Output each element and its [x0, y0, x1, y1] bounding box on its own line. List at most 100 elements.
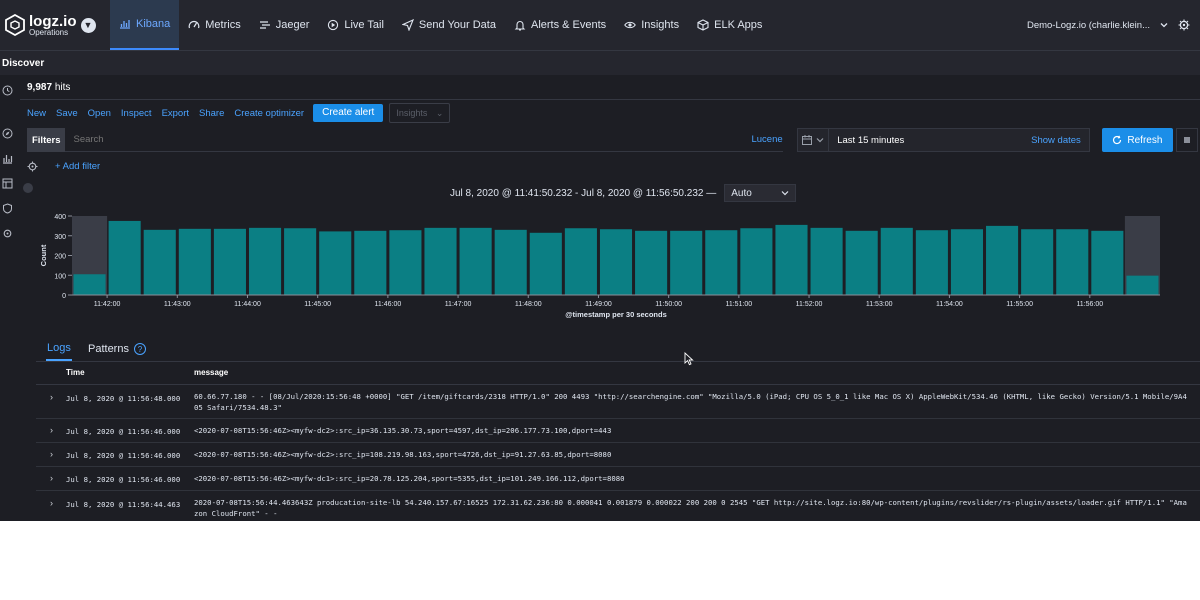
- gear-icon[interactable]: [1178, 19, 1190, 31]
- create-optimizer-button[interactable]: Create optimizer: [234, 108, 304, 119]
- visualize-icon[interactable]: [2, 153, 13, 164]
- chevron-right-icon[interactable]: ›: [50, 473, 53, 483]
- histogram-bar[interactable]: [915, 230, 948, 295]
- refresh-label: Refresh: [1127, 134, 1163, 146]
- eye-icon: [624, 21, 637, 29]
- histogram-bar[interactable]: [845, 230, 878, 295]
- histogram-bar[interactable]: [389, 230, 422, 295]
- table-row[interactable]: › Jul 8, 2020 @ 11:56:48.000 60.66.77.180 …: [36, 385, 1200, 419]
- histogram-bar[interactable]: [1091, 230, 1124, 295]
- chevron-down-icon[interactable]: ▼: [80, 17, 96, 33]
- create-alert-button[interactable]: Create alert: [313, 104, 384, 122]
- nav-item-elk-apps[interactable]: ELK Apps: [688, 0, 771, 50]
- nav-item-insights[interactable]: Insights: [615, 0, 688, 50]
- new-button[interactable]: New: [27, 108, 46, 119]
- x-tick-label: 11:51:00: [725, 301, 752, 308]
- row-time: Jul 8, 2020 @ 11:56:46.000: [66, 475, 181, 484]
- tab-patterns[interactable]: Patterns ?: [88, 337, 146, 361]
- histogram-bar[interactable]: [599, 229, 633, 295]
- refresh-button[interactable]: Refresh: [1101, 128, 1173, 152]
- chevron-right-icon[interactable]: ›: [50, 449, 53, 459]
- table-row[interactable]: › Jul 8, 2020 @ 11:56:44.463 2020-07-08T15…: [36, 491, 1200, 521]
- histogram-bar[interactable]: [213, 228, 246, 295]
- table-row[interactable]: › Jul 8, 2020 @ 11:56:46.000 <2020-07-08T1…: [36, 467, 1200, 491]
- search-input[interactable]: [71, 133, 736, 146]
- histogram-bar[interactable]: [1021, 229, 1054, 295]
- table-row[interactable]: › Jul 8, 2020 @ 11:56:46.000 <2020-07-08T1…: [36, 419, 1200, 443]
- gear-icon[interactable]: [27, 161, 38, 172]
- histogram-bar[interactable]: [986, 225, 1019, 295]
- compass-icon[interactable]: [2, 128, 13, 139]
- nav-item-send-your-data[interactable]: Send Your Data: [393, 0, 505, 50]
- nav-item-metrics[interactable]: Metrics: [179, 0, 249, 50]
- histogram-bar[interactable]: [1126, 275, 1159, 295]
- histogram-bar[interactable]: [950, 229, 984, 295]
- dashboard-icon[interactable]: [2, 178, 13, 189]
- tab-logs[interactable]: Logs: [46, 337, 72, 361]
- histogram-bar[interactable]: [740, 228, 773, 295]
- gear-icon[interactable]: [2, 228, 13, 239]
- nav-item-live-tail[interactable]: Live Tail: [318, 0, 393, 50]
- lucene-toggle[interactable]: Lucene: [751, 134, 782, 145]
- table-row[interactable]: › Jul 8, 2020 @ 11:56:46.000 <2020-07-08T1…: [36, 443, 1200, 467]
- histogram-bar[interactable]: [248, 227, 282, 295]
- histogram-bar[interactable]: [319, 231, 352, 295]
- interval-select[interactable]: Auto: [724, 184, 797, 202]
- histogram-bar[interactable]: [564, 228, 597, 295]
- column-header-message[interactable]: message: [194, 368, 228, 377]
- insights-dropdown[interactable]: Insights ⌄: [389, 103, 451, 123]
- collapse-sidebar-button[interactable]: [23, 183, 33, 193]
- calendar-button[interactable]: [798, 129, 830, 151]
- histogram-bar[interactable]: [143, 229, 176, 295]
- row-time: Jul 8, 2020 @ 11:56:44.463: [66, 500, 181, 509]
- histogram-bar[interactable]: [178, 228, 211, 295]
- show-dates-button[interactable]: Show dates: [1031, 135, 1081, 146]
- logo[interactable]: logz.io Operations ▼: [4, 14, 100, 37]
- histogram-bar[interactable]: [494, 229, 527, 295]
- column-header-time[interactable]: Time: [66, 368, 85, 377]
- inspect-button[interactable]: Inspect: [121, 108, 152, 119]
- shield-icon[interactable]: [2, 203, 13, 214]
- chevron-right-icon[interactable]: ›: [50, 498, 53, 508]
- nav-item-kibana[interactable]: Kibana: [110, 0, 180, 50]
- time-range-label[interactable]: Last 15 minutes: [837, 135, 1031, 146]
- histogram-bar[interactable]: [354, 230, 387, 295]
- histogram-bar[interactable]: [670, 230, 703, 295]
- options-button[interactable]: [1176, 128, 1198, 152]
- nav-item-alerts-events[interactable]: Alerts & Events: [505, 0, 615, 50]
- histogram-bar[interactable]: [880, 227, 913, 295]
- histogram-bar[interactable]: [284, 228, 317, 295]
- save-button[interactable]: Save: [56, 108, 78, 119]
- histogram-bar[interactable]: [73, 274, 106, 295]
- x-tick-label: 11:56:00: [1076, 301, 1103, 308]
- logo-name: logz.io: [29, 12, 77, 30]
- clock-icon[interactable]: [2, 85, 13, 96]
- histogram-bar[interactable]: [1056, 229, 1089, 295]
- chevron-right-icon[interactable]: ›: [50, 392, 53, 402]
- help-icon[interactable]: ?: [133, 343, 146, 355]
- histogram-bar[interactable]: [635, 230, 668, 295]
- histogram-bar[interactable]: [459, 227, 492, 295]
- histogram-bar[interactable]: [424, 227, 457, 295]
- chevron-right-icon[interactable]: ›: [50, 425, 53, 435]
- nav-item-jaeger[interactable]: Jaeger: [250, 0, 319, 50]
- histogram-bar[interactable]: [705, 230, 738, 295]
- open-button[interactable]: Open: [88, 108, 111, 119]
- discover-bar: Discover: [0, 51, 1200, 75]
- x-tick-label: 11:54:00: [936, 301, 963, 308]
- export-button[interactable]: Export: [162, 108, 189, 119]
- histogram-bar[interactable]: [775, 224, 808, 295]
- cube-icon: [697, 19, 709, 31]
- account-name[interactable]: Demo-Logz.io (charlie.klein...: [1027, 20, 1150, 31]
- filters-toggle[interactable]: Filters: [27, 128, 66, 152]
- chevron-down-icon[interactable]: [1160, 21, 1168, 29]
- nav-item-label: Jaeger: [275, 19, 310, 31]
- share-button[interactable]: Share: [199, 108, 224, 119]
- nav-item-label: Kibana: [136, 18, 171, 30]
- add-filter-button[interactable]: + Add filter: [55, 161, 100, 172]
- bell-icon: [514, 21, 526, 31]
- hits-number: 9,987: [27, 82, 53, 93]
- histogram-bar[interactable]: [529, 232, 562, 295]
- histogram-bar[interactable]: [108, 220, 141, 295]
- histogram-bar[interactable]: [810, 227, 843, 295]
